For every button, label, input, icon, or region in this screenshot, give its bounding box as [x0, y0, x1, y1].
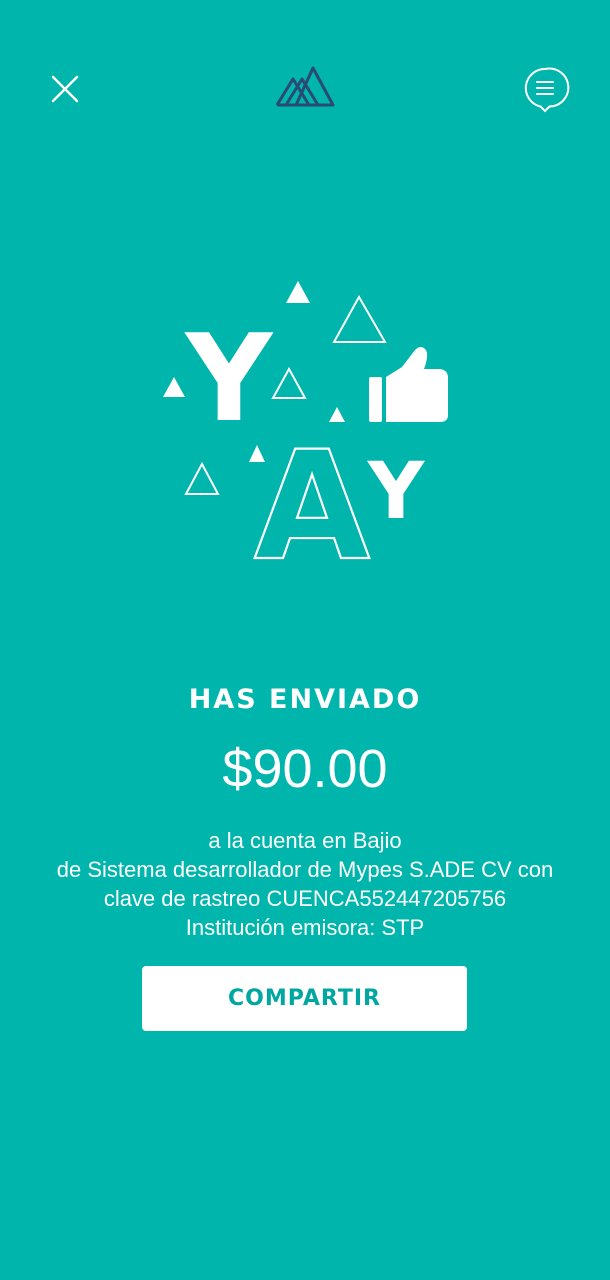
chat-button[interactable] — [520, 64, 570, 114]
share-button[interactable]: COMPARTIR — [142, 966, 467, 1031]
detail-line-recipient: de Sistema desarrollador de Mypes S.ADE … — [56, 857, 554, 882]
top-bar — [0, 0, 610, 180]
app-logo — [274, 64, 336, 110]
sent-amount: $90.00 — [222, 739, 388, 799]
thumbs-up-icon — [369, 347, 448, 422]
detail-line-tracking-key: clave de rastreo CUENCA552447205756 — [103, 886, 507, 911]
yay-letter-y2: Y — [367, 447, 426, 537]
yay-thumbs-up-illustration: Y A Y — [163, 281, 448, 595]
close-button[interactable] — [42, 66, 88, 112]
yay-letter-a: A — [254, 420, 370, 570]
chat-bubble-icon — [524, 67, 570, 113]
detail-line-institution: Institución emisora: STP — [185, 915, 425, 940]
close-icon — [51, 75, 79, 103]
mountains-logo-icon — [275, 66, 335, 107]
detail-line-account: a la cuenta en Bajio — [208, 828, 402, 853]
transfer-details: a la cuenta en Bajio de Sistema desarrol… — [20, 826, 590, 942]
confirmation-title: HAS ENVIADO — [188, 684, 422, 715]
yay-illustration: Y A Y — [140, 270, 470, 595]
